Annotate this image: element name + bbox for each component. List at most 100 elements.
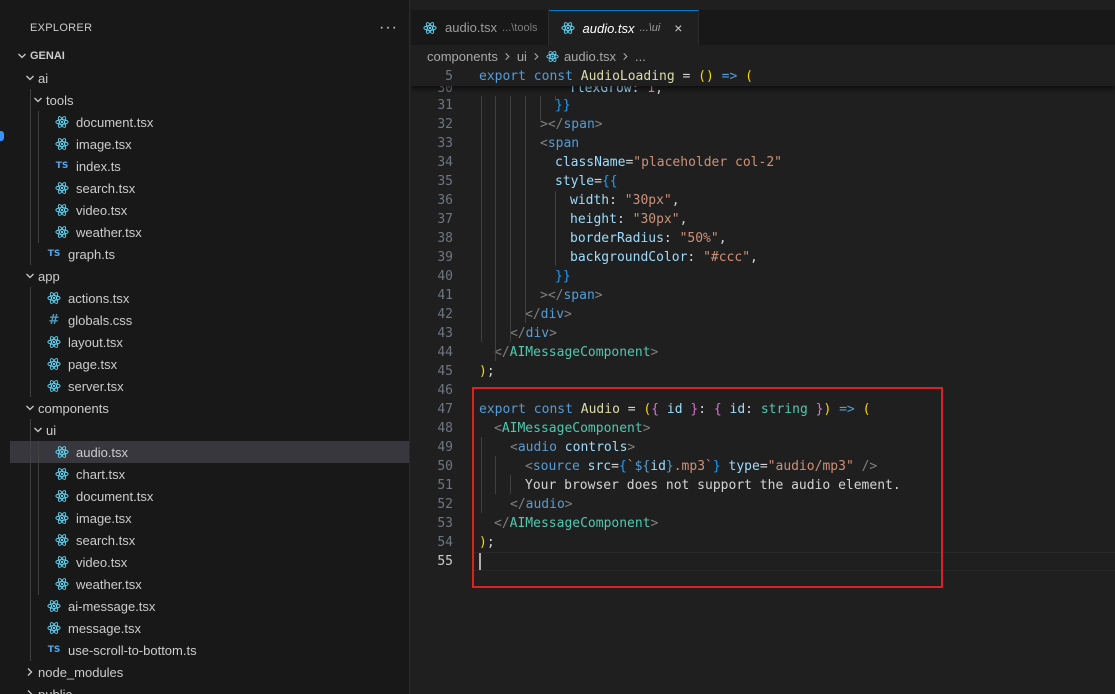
indent-guide xyxy=(30,441,31,463)
code-line[interactable]: 54); xyxy=(411,533,1115,552)
tree-item-label: graph.ts xyxy=(68,246,115,262)
file-item[interactable]: search.tsx xyxy=(10,177,409,199)
line-number: 39 xyxy=(437,250,453,265)
file-item[interactable]: weather.tsx xyxy=(10,221,409,243)
folder-item[interactable]: public xyxy=(10,683,409,694)
tab-bar: audio.tsx ...\tools audio.tsx ...\ui × xyxy=(411,10,1115,45)
chevron-right-icon xyxy=(22,686,38,694)
code-line[interactable]: 52 </audio> xyxy=(411,495,1115,514)
breadcrumb-components[interactable]: components xyxy=(427,49,498,64)
code-text: </audio> xyxy=(510,497,573,512)
code-line[interactable]: 43 </div> xyxy=(411,324,1115,343)
folder-item[interactable]: ui xyxy=(10,419,409,441)
line-number: 53 xyxy=(437,516,453,531)
code-line[interactable]: 40}} xyxy=(411,267,1115,286)
breadcrumb-ui[interactable]: ui xyxy=(517,49,527,64)
tree-item-label: document.tsx xyxy=(76,488,154,504)
code-line[interactable]: 46 xyxy=(411,381,1115,400)
file-item[interactable]: TS index.ts xyxy=(10,155,409,177)
tree-item-label: chart.tsx xyxy=(76,466,126,482)
code-line[interactable]: 42 </div> xyxy=(411,305,1115,324)
code-line[interactable]: 36 width: "30px", xyxy=(411,191,1115,210)
file-item[interactable]: server.tsx xyxy=(10,375,409,397)
react-icon xyxy=(54,444,70,460)
file-item[interactable]: weather.tsx xyxy=(10,573,409,595)
code-line[interactable]: 49 <audio controls> xyxy=(411,438,1115,457)
file-item[interactable]: document.tsx xyxy=(10,111,409,133)
file-item[interactable]: audio.tsx xyxy=(10,441,409,463)
indent-guide xyxy=(30,551,31,573)
react-icon xyxy=(54,532,70,548)
tree-item-label: tools xyxy=(46,92,74,108)
file-item[interactable]: # globals.css xyxy=(10,309,409,331)
folder-item[interactable]: ai xyxy=(10,67,409,89)
code-line[interactable]: 34 className="placeholder col-2" xyxy=(411,153,1115,172)
sticky-scroll-line[interactable]: 5 export const AudioLoading = () => ( xyxy=(411,67,1115,86)
code-line[interactable]: 38 borderRadius: "50%", xyxy=(411,229,1115,248)
code-text: borderRadius: "50%", xyxy=(570,231,727,246)
file-item[interactable]: TS use-scroll-to-bottom.ts xyxy=(10,639,409,661)
code-line[interactable]: 37 height: "30px", xyxy=(411,210,1115,229)
chevron-down-icon xyxy=(22,268,38,284)
more-actions-icon[interactable]: ··· xyxy=(379,19,398,37)
code-line[interactable]: 45); xyxy=(411,362,1115,381)
react-icon xyxy=(54,554,70,570)
folder-item[interactable]: tools xyxy=(10,89,409,111)
react-icon xyxy=(46,290,62,306)
tab-audio-tools[interactable]: audio.tsx ...\tools xyxy=(411,10,549,45)
current-line-highlight xyxy=(473,552,1115,571)
code-line[interactable]: 35 style={{ xyxy=(411,172,1115,191)
tree-item-label: image.tsx xyxy=(76,510,132,526)
close-icon[interactable]: × xyxy=(668,18,688,38)
tree-item-label: audio.tsx xyxy=(76,444,129,460)
text-cursor xyxy=(479,553,481,570)
code-line[interactable]: 47 export const Audio = ({ id }: { id: st… xyxy=(411,400,1115,419)
chevron-down-icon xyxy=(30,92,46,108)
line-number: 48 xyxy=(437,421,453,436)
file-item[interactable]: actions.tsx xyxy=(10,287,409,309)
code-line[interactable]: 48 <AIMessageComponent> xyxy=(411,419,1115,438)
code-line[interactable]: 32 ></span> xyxy=(411,115,1115,134)
file-item[interactable]: image.tsx xyxy=(10,507,409,529)
workspace-root[interactable]: GENAI xyxy=(10,45,409,67)
file-item[interactable]: document.tsx xyxy=(10,485,409,507)
file-item[interactable]: video.tsx xyxy=(10,199,409,221)
tree-item-label: actions.tsx xyxy=(68,290,130,306)
folder-item[interactable]: app xyxy=(10,265,409,287)
file-item[interactable]: page.tsx xyxy=(10,353,409,375)
file-item[interactable]: message.tsx xyxy=(10,617,409,639)
code-line[interactable]: 31}} xyxy=(411,96,1115,115)
file-item[interactable]: TS graph.ts xyxy=(10,243,409,265)
code-line[interactable]: 41 ></span> xyxy=(411,286,1115,305)
code-line[interactable]: 51 Your browser does not support the audi… xyxy=(411,476,1115,495)
folder-item[interactable]: components xyxy=(10,397,409,419)
breadcrumb-file[interactable]: audio.tsx xyxy=(564,49,616,64)
line-number: 33 xyxy=(437,136,453,151)
breadcrumb-symbol[interactable]: ... xyxy=(635,49,646,64)
file-item[interactable]: video.tsx xyxy=(10,551,409,573)
code-line[interactable]: 53 </AIMessageComponent> xyxy=(411,514,1115,533)
indent-guide xyxy=(30,309,31,331)
file-item[interactable]: ai-message.tsx xyxy=(10,595,409,617)
chevron-right-icon xyxy=(503,52,512,61)
code-line[interactable]: 33 <span xyxy=(411,134,1115,153)
code-line[interactable]: 55 xyxy=(411,552,1115,571)
file-item[interactable]: chart.tsx xyxy=(10,463,409,485)
indent-guide xyxy=(30,199,31,221)
indent-guide xyxy=(38,573,39,595)
code-editor[interactable]: 5 export const AudioLoading = () => ( 30… xyxy=(411,67,1115,694)
tree-item-label: use-scroll-to-bottom.ts xyxy=(68,642,197,658)
folder-item[interactable]: node_modules xyxy=(10,661,409,683)
tree-item-label: weather.tsx xyxy=(76,224,142,240)
code-text: export const Audio = ({ id }: { id: stri… xyxy=(479,402,871,417)
file-item[interactable]: search.tsx xyxy=(10,529,409,551)
code-line[interactable]: 50 <source src={`${id}.mp3`} type="audio/… xyxy=(411,457,1115,476)
file-item[interactable]: image.tsx xyxy=(10,133,409,155)
tab-audio-ui[interactable]: audio.tsx ...\ui × xyxy=(548,10,700,45)
indent-guide xyxy=(38,133,39,155)
indent-guide xyxy=(30,89,31,111)
code-line[interactable]: 39 backgroundColor: "#ccc", xyxy=(411,248,1115,267)
file-item[interactable]: layout.tsx xyxy=(10,331,409,353)
explorer-title: EXPLORER xyxy=(30,21,93,34)
code-line[interactable]: 44 </AIMessageComponent> xyxy=(411,343,1115,362)
